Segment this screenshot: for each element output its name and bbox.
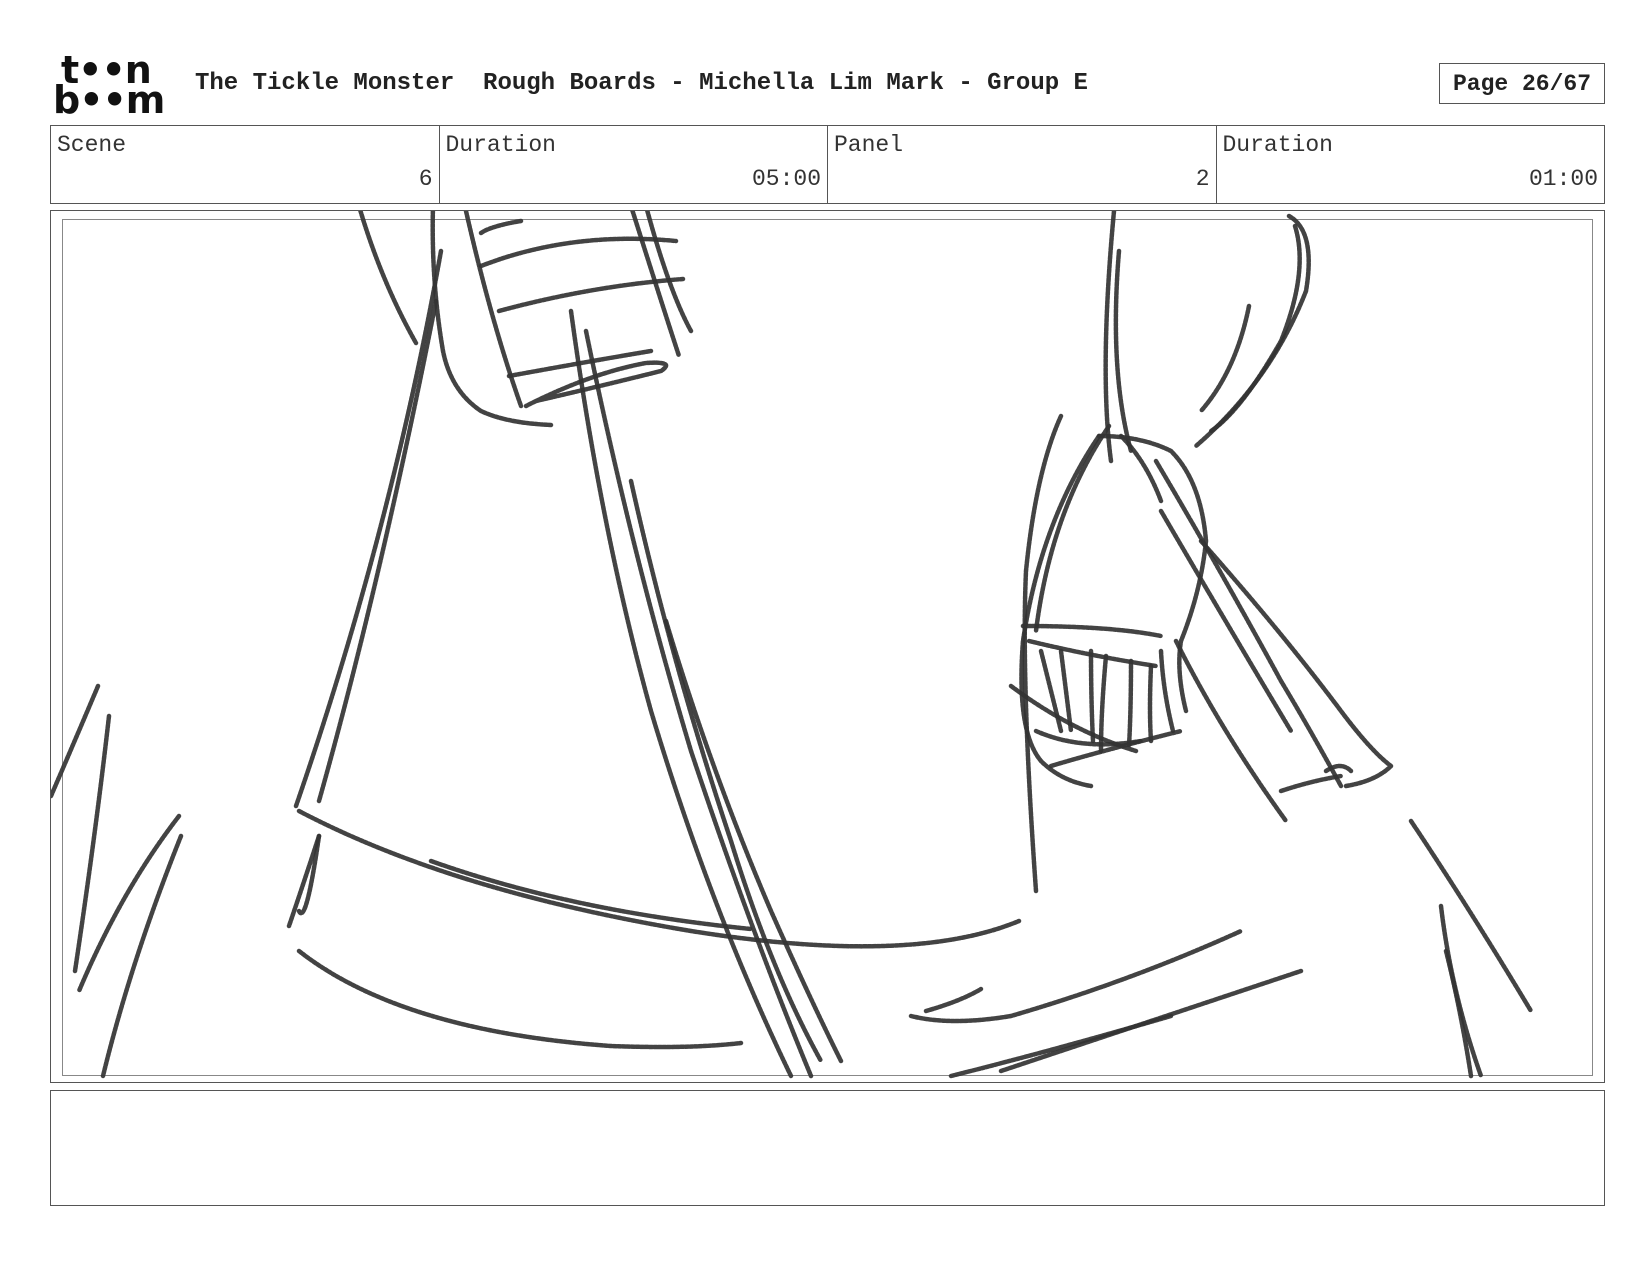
toonboom-logo: t••n b••m (53, 51, 171, 122)
logo-line-2: b••m (53, 78, 165, 122)
scene-duration-cell: Duration 05:00 (440, 126, 828, 203)
storyboard-panel (50, 210, 1605, 1083)
scene-label: Scene (57, 132, 127, 158)
scene-cell: Scene 6 (51, 126, 440, 203)
scene-duration-label: Duration (445, 132, 556, 158)
panel-label: Panel (834, 132, 904, 158)
panel-info-table: Scene 6 Duration 05:00 Panel 2 Duration … (50, 125, 1605, 204)
scene-value: 6 (418, 166, 433, 192)
panel-notes-box (50, 1090, 1605, 1206)
panel-duration-label: Duration (1222, 132, 1333, 158)
page-indicator: Page 26/67 (1439, 63, 1605, 104)
scene-duration-value: 05:00 (751, 166, 821, 192)
rough-sketch-drawing (51, 211, 1534, 1079)
panel-duration-cell: Duration 01:00 (1217, 126, 1605, 203)
panel-duration-value: 01:00 (1528, 166, 1598, 192)
panel-cell: Panel 2 (828, 126, 1217, 203)
panel-value: 2 (1195, 166, 1210, 192)
board-title: The Tickle Monster Rough Boards - Michel… (195, 70, 1088, 97)
